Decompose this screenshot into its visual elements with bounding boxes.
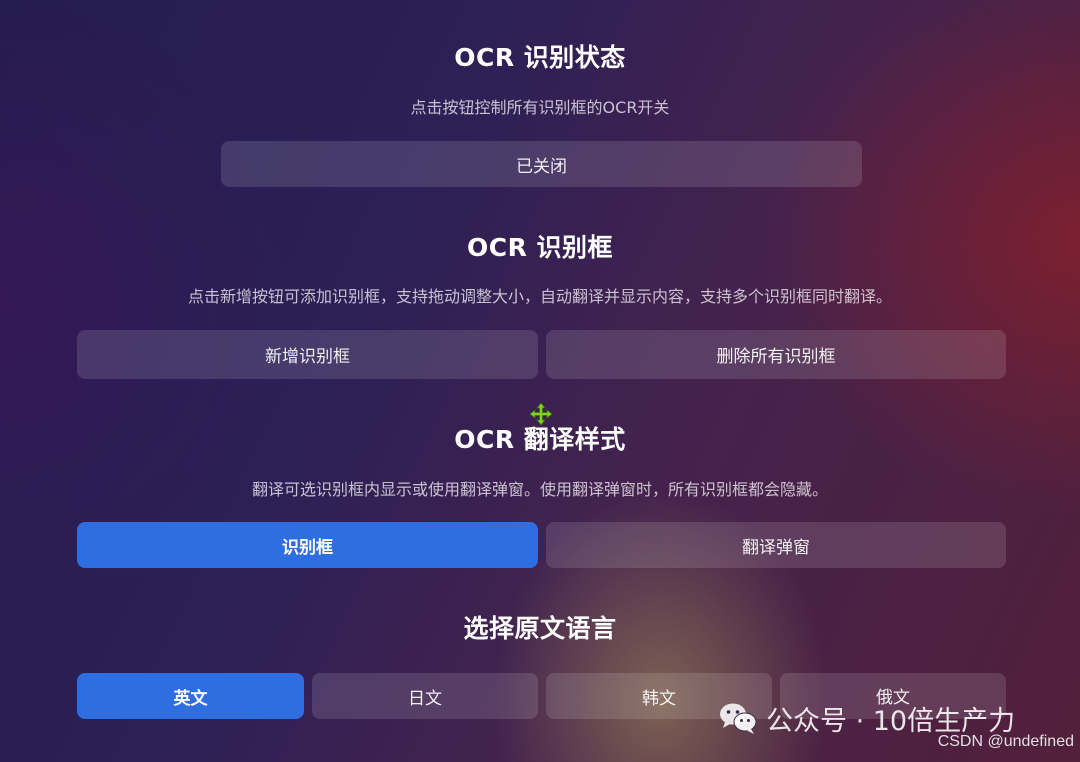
watermark-text: 公众号 · 10倍生产力	[766, 705, 1016, 737]
csdn-watermark: CSDN @undefined	[937, 733, 1074, 750]
wechat-watermark: 公众号 · 10倍生产力	[718, 700, 1016, 737]
delete-all-boxes-button[interactable]: 删除所有识别框	[546, 330, 1006, 379]
ocr-style-title: OCR 翻译样式	[454, 425, 626, 454]
ocr-status-title: OCR 识别状态	[454, 43, 626, 72]
ocr-toggle-button[interactable]: 已关闭	[221, 141, 862, 187]
wechat-icon	[720, 703, 757, 734]
style-option-popup[interactable]: 翻译弹窗	[546, 522, 1006, 568]
add-box-button[interactable]: 新增识别框	[77, 330, 538, 379]
source-language-title: 选择原文语言	[463, 614, 617, 643]
language-option-japanese[interactable]: 日文	[312, 673, 538, 719]
ocr-box-description: 点击新增按钮可添加识别框，支持拖动调整大小，自动翻译并显示内容，支持多个识别框同…	[187, 287, 892, 306]
language-option-english[interactable]: 英文	[77, 673, 304, 719]
style-option-box[interactable]: 识别框	[77, 522, 538, 568]
ocr-style-description: 翻译可选识别框内显示或使用翻译弹窗。使用翻译弹窗时，所有识别框都会隐藏。	[251, 480, 828, 499]
ocr-box-title: OCR 识别框	[466, 233, 614, 262]
ocr-status-description: 点击按钮控制所有识别框的OCR开关	[410, 98, 670, 117]
